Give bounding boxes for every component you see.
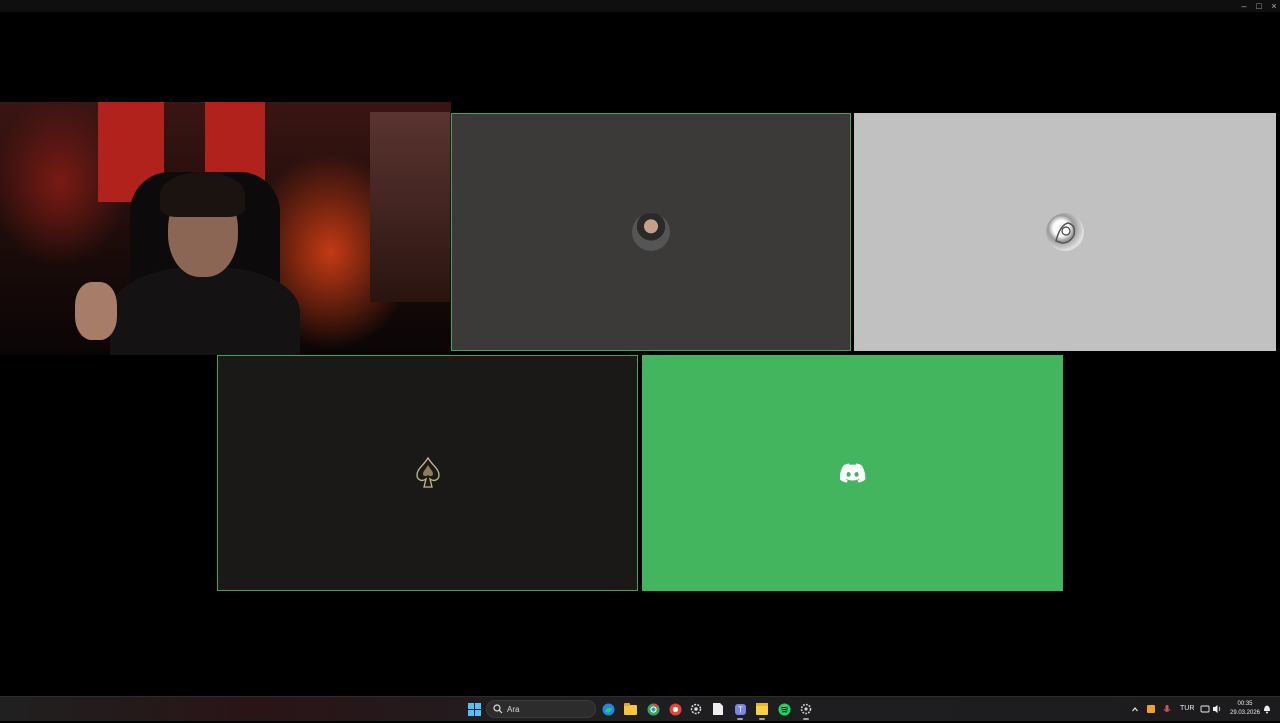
file-explorer-icon[interactable] <box>623 702 637 716</box>
network-icon[interactable] <box>1200 697 1210 721</box>
video-tile-user3[interactable] <box>217 355 638 591</box>
taskbar: Ara T TUR 00:35 29.03.2026 <box>0 696 1280 721</box>
photo-avatar-icon <box>632 213 670 251</box>
sticky-notes-icon[interactable] <box>755 702 769 716</box>
wall-banner <box>205 102 265 182</box>
clock-date: 29.03.2026 <box>1229 710 1261 716</box>
person-hand <box>75 282 117 340</box>
video-tile-user1[interactable] <box>451 113 851 351</box>
tray-chevron-icon[interactable] <box>1131 697 1139 721</box>
edge-icon[interactable] <box>601 702 615 716</box>
language-indicator[interactable]: TUR <box>1180 697 1194 721</box>
spotify-icon[interactable] <box>777 702 791 716</box>
taskbar-search-input[interactable]: Ara <box>486 700 596 718</box>
svg-text:T: T <box>738 705 743 714</box>
person-body <box>110 267 300 355</box>
start-icon[interactable] <box>467 702 481 716</box>
search-icon <box>493 704 503 714</box>
video-tile-user2[interactable] <box>854 113 1276 351</box>
video-tile-user4[interactable] <box>642 355 1063 591</box>
clock-time: 00:35 <box>1237 701 1253 707</box>
microphone-icon[interactable] <box>1163 697 1171 721</box>
sketch-avatar-icon <box>1046 213 1084 251</box>
video-tile-camera[interactable] <box>0 102 451 355</box>
person-hair <box>160 172 245 217</box>
notification-icon[interactable] <box>1263 697 1271 721</box>
taskbar-clock[interactable]: 00:35 29.03.2026 <box>1228 700 1262 718</box>
maximize-button[interactable]: □ <box>1253 0 1265 12</box>
title-bar: – □ × <box>0 0 1280 12</box>
chrome-icon[interactable] <box>646 702 660 716</box>
file-icon[interactable] <box>711 702 725 716</box>
discord-logo-icon <box>834 454 872 492</box>
settings-icon[interactable] <box>689 702 703 716</box>
chrome-alt-icon[interactable] <box>668 702 682 716</box>
wall-shelf <box>370 112 450 302</box>
close-button[interactable]: × <box>1268 0 1280 12</box>
spade-avatar-icon <box>409 454 447 492</box>
teams-icon[interactable]: T <box>733 702 747 716</box>
minimize-button[interactable]: – <box>1238 0 1250 12</box>
gear-icon[interactable] <box>799 702 813 716</box>
volume-icon[interactable] <box>1212 697 1222 721</box>
tray-app-icon[interactable] <box>1146 697 1156 721</box>
search-placeholder: Ara <box>507 705 520 714</box>
